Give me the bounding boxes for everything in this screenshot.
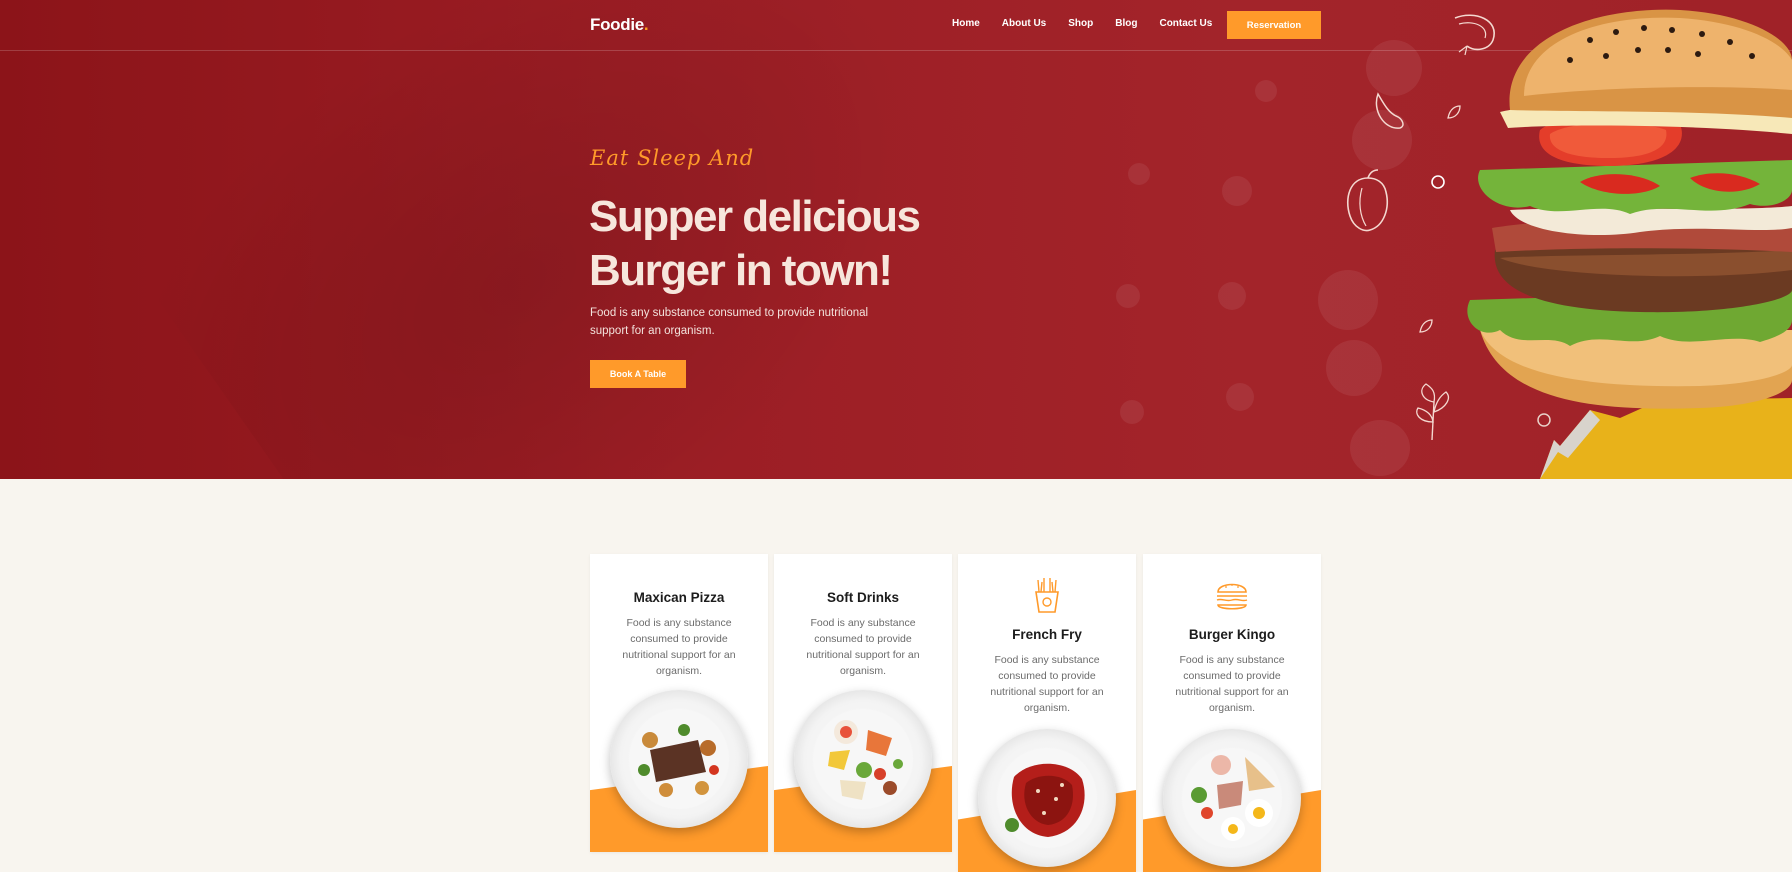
card-title: French Fry — [1012, 627, 1082, 642]
card-description: Food is any substance consumed to provid… — [806, 617, 920, 677]
book-a-table-button[interactable]: Book A Table — [590, 360, 686, 388]
bokeh-dot — [1116, 284, 1140, 308]
card-description: Food is any substance consumed to provid… — [622, 617, 736, 677]
nav-item-shop[interactable]: Shop — [1068, 18, 1093, 29]
nav-item-blog[interactable]: Blog — [1115, 18, 1137, 29]
menu-card-soft-drinks[interactable]: Soft Drinks Food is any substance consum… — [774, 554, 952, 852]
bokeh-dot — [1318, 270, 1378, 330]
dish-plate-image — [1163, 729, 1301, 867]
dish-plate-image — [978, 729, 1116, 867]
brand-logo[interactable]: Foodie. — [590, 15, 649, 35]
bokeh-dot — [1226, 383, 1254, 411]
brand-name: Foodie — [590, 15, 644, 34]
bokeh-dot — [1350, 420, 1410, 476]
hero-headline: Supper delicious Burger in town! — [589, 190, 989, 298]
bokeh-dot — [1222, 176, 1252, 206]
bokeh-dot — [1128, 163, 1150, 185]
garlic-sketch-icon — [1375, 92, 1404, 129]
hero-section: Foodie. Home About Us Shop Blog Contact … — [0, 0, 1792, 479]
nav-item-contact-us[interactable]: Contact Us — [1159, 18, 1212, 29]
nav-item-about-us[interactable]: About Us — [1002, 18, 1046, 29]
hero-tagline: Eat Sleep And — [590, 146, 755, 170]
card-title: Soft Drinks — [826, 590, 899, 605]
bokeh-dot — [1366, 40, 1422, 96]
main-nav: Home About Us Shop Blog Contact Us — [952, 18, 1234, 29]
card-title: Burger Kingo — [1188, 627, 1276, 642]
burger-hero-image — [1467, 9, 1792, 479]
pepper-sketch-icon — [1346, 169, 1388, 232]
menu-card-french-fry[interactable]: French Fry Food is any substance consume… — [958, 554, 1136, 872]
dish-plate-image — [610, 690, 748, 828]
card-description: Food is any substance consumed to provid… — [1175, 654, 1289, 714]
card-title: Maxican Pizza — [633, 590, 725, 605]
bokeh-dot — [1218, 282, 1246, 310]
reservation-button[interactable]: Reservation — [1227, 11, 1321, 39]
bokeh-dot — [1255, 80, 1277, 102]
dish-plate-image — [794, 690, 932, 828]
hero-description: Food is any substance consumed to provid… — [590, 307, 869, 337]
fries-icon — [1035, 578, 1059, 613]
leaf-sketch-icon — [1419, 319, 1433, 333]
headline-line-2: Burger in town! — [589, 246, 893, 295]
bokeh-dot — [1326, 340, 1382, 396]
menu-card-burger-kingo[interactable]: Burger Kingo Food is any substance consu… — [1143, 554, 1321, 872]
nav-item-home[interactable]: Home — [952, 18, 980, 29]
headline-line-1: Supper delicious — [589, 192, 921, 241]
brand-dot: . — [643, 15, 649, 34]
card-description: Food is any substance consumed to provid… — [990, 654, 1104, 714]
menu-card-maxican-pizza[interactable]: Maxican Pizza Food is any substance cons… — [590, 554, 768, 852]
bokeh-dot — [1120, 400, 1144, 424]
burger-icon — [1216, 583, 1248, 610]
